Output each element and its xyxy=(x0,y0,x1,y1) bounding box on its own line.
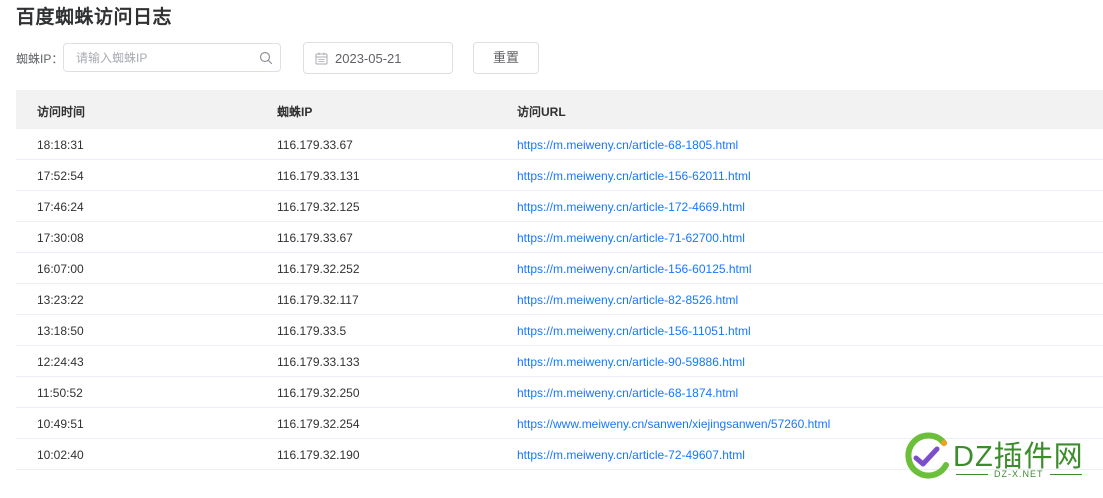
watermark: DZ插件网 DZ-X.NET xyxy=(902,428,1092,484)
visit-time-cell: 11:50:52 xyxy=(37,386,83,400)
date-picker[interactable]: 2023-05-21 xyxy=(303,42,453,74)
visit-url-link[interactable]: https://m.meiweny.cn/article-156-62011.h… xyxy=(517,169,751,183)
table-row: 17:46:24 116.179.32.125 https://m.meiweny.… xyxy=(16,191,1103,222)
spider-ip-search-box[interactable] xyxy=(63,43,281,72)
visit-time-cell: 18:18:31 xyxy=(37,138,84,152)
watermark-subtext: DZ-X.NET xyxy=(994,469,1044,479)
visit-time-cell: 13:23:22 xyxy=(37,293,84,307)
spider-ip-cell: 116.179.32.250 xyxy=(277,386,360,400)
table-row: 13:23:22 116.179.32.117 https://m.meiweny.… xyxy=(16,284,1103,315)
table-row: 17:52:54 116.179.33.131 https://m.meiweny.… xyxy=(16,160,1103,191)
reset-button[interactable]: 重置 xyxy=(473,42,539,74)
visit-time-cell: 17:52:54 xyxy=(37,169,84,183)
visit-time-cell: 13:18:50 xyxy=(37,324,84,338)
table-row: 16:07:00 116.179.32.252 https://m.meiweny.… xyxy=(16,253,1103,284)
column-header-time[interactable]: 访问时间 xyxy=(37,103,85,120)
spider-ip-cell: 116.179.33.131 xyxy=(277,169,360,183)
table-body: 18:18:31 116.179.33.67 https://m.meiweny.c… xyxy=(16,129,1103,470)
visit-url-link[interactable]: https://m.meiweny.cn/article-156-60125.h… xyxy=(517,262,752,276)
watermark-line-left xyxy=(956,474,988,475)
spider-ip-label: 蜘蛛IP： xyxy=(16,52,64,66)
visit-url-link[interactable]: https://m.meiweny.cn/article-82-8526.htm… xyxy=(517,293,738,307)
search-icon[interactable] xyxy=(259,51,273,65)
visit-url-link[interactable]: https://m.meiweny.cn/article-68-1874.htm… xyxy=(517,386,738,400)
table-row: 12:24:43 116.179.33.133 https://m.meiweny.… xyxy=(16,346,1103,377)
spider-ip-cell: 116.179.32.190 xyxy=(277,448,360,462)
watermark-line-right xyxy=(1050,474,1082,475)
visit-time-cell: 16:07:00 xyxy=(37,262,84,276)
visit-url-link[interactable]: https://m.meiweny.cn/article-71-62700.ht… xyxy=(517,231,745,245)
spider-ip-cell: 116.179.32.125 xyxy=(277,200,360,214)
visit-time-cell: 17:46:24 xyxy=(37,200,84,214)
table-row: 13:18:50 116.179.33.5 https://m.meiweny.cn… xyxy=(16,315,1103,346)
visit-url-link[interactable]: https://m.meiweny.cn/article-68-1805.htm… xyxy=(517,138,738,152)
visit-url-link[interactable]: https://m.meiweny.cn/article-90-59886.ht… xyxy=(517,355,745,369)
calendar-icon xyxy=(315,52,328,65)
table-header: 访问时间 蜘蛛IP 访问URL xyxy=(16,90,1103,129)
visit-url-link[interactable]: https://www.meiweny.cn/sanwen/xiejingsan… xyxy=(517,417,830,431)
table-row: 18:18:31 116.179.33.67 https://m.meiweny.c… xyxy=(16,129,1103,160)
visit-time-cell: 10:02:40 xyxy=(37,448,84,462)
column-header-url[interactable]: 访问URL xyxy=(517,103,566,120)
column-header-ip[interactable]: 蜘蛛IP xyxy=(277,103,312,120)
visit-url-link[interactable]: https://m.meiweny.cn/article-172-4669.ht… xyxy=(517,200,745,214)
date-value: 2023-05-21 xyxy=(335,51,402,66)
page-title: 百度蜘蛛访问日志 xyxy=(16,7,173,28)
visit-url-link[interactable]: https://m.meiweny.cn/article-156-11051.h… xyxy=(517,324,751,338)
visit-time-cell: 12:24:43 xyxy=(37,355,84,369)
spider-ip-cell: 116.179.33.67 xyxy=(277,231,353,245)
table-row: 11:50:52 116.179.32.250 https://m.meiweny.… xyxy=(16,377,1103,408)
spider-ip-cell: 116.179.33.67 xyxy=(277,138,353,152)
visit-time-cell: 10:49:51 xyxy=(37,417,84,431)
spider-ip-cell: 116.179.33.133 xyxy=(277,355,360,369)
spider-ip-cell: 116.179.32.117 xyxy=(277,293,359,307)
visit-time-cell: 17:30:08 xyxy=(37,231,84,245)
spider-ip-input[interactable] xyxy=(76,50,251,66)
dz-logo-icon xyxy=(905,432,949,479)
spider-ip-cell: 116.179.32.254 xyxy=(277,417,360,431)
spider-log-table: 访问时间 蜘蛛IP 访问URL 18:18:31 116.179.33.67 htt… xyxy=(16,90,1103,470)
visit-url-link[interactable]: https://m.meiweny.cn/article-72-49607.ht… xyxy=(517,448,745,462)
spider-ip-cell: 116.179.33.5 xyxy=(277,324,347,338)
spider-ip-cell: 116.179.32.252 xyxy=(277,262,360,276)
table-row: 17:30:08 116.179.33.67 https://m.meiweny.c… xyxy=(16,222,1103,253)
